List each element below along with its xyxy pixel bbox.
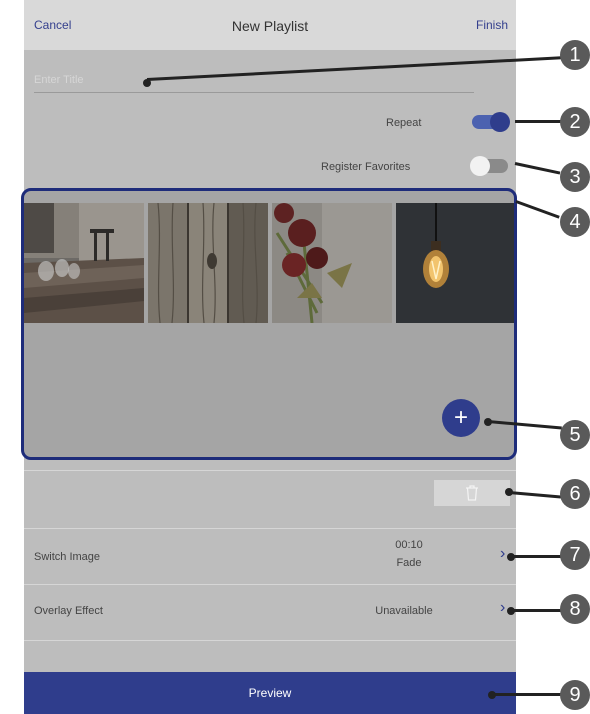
callout-line: [492, 693, 562, 696]
title-input[interactable]: [34, 74, 474, 86]
divider: [24, 470, 516, 471]
finish-button[interactable]: Finish: [476, 18, 508, 32]
switch-image-time: 00:10: [395, 539, 423, 551]
thumbnail-strip: [24, 203, 514, 323]
callout-line: [515, 120, 561, 123]
add-image-button[interactable]: +: [442, 399, 480, 437]
plus-icon: +: [453, 404, 468, 431]
divider: [24, 640, 516, 641]
callout-line: [514, 162, 561, 175]
callout-line: [511, 609, 561, 612]
callout-badge-4: 4: [560, 207, 590, 237]
chevron-right-icon[interactable]: ›: [500, 545, 505, 563]
delete-button[interactable]: [434, 480, 510, 506]
switch-image-effect: Fade: [396, 557, 422, 569]
repeat-toggle[interactable]: [472, 112, 510, 132]
top-bar: Cancel New Playlist Finish: [24, 0, 516, 50]
thumbnail-room-photo[interactable]: [24, 203, 144, 323]
callout-line: [515, 200, 560, 219]
thumbnail-wood-photo[interactable]: [148, 203, 268, 323]
callout-badge-5: 5: [560, 420, 590, 450]
callout-badge-8: 8: [560, 594, 590, 624]
overlay-effect-label: Overlay Effect: [34, 605, 103, 617]
register-favorites-toggle[interactable]: [470, 156, 508, 176]
preview-button[interactable]: Preview: [24, 672, 516, 714]
toggle-knob: [470, 156, 490, 176]
page-title: New Playlist: [231, 18, 309, 34]
callout-line: [508, 491, 561, 499]
thumbnail-lightbulb-photo[interactable]: [396, 203, 514, 323]
callout-badge-7: 7: [560, 540, 590, 570]
overlay-effect-value: Unavailable: [375, 605, 433, 617]
trash-icon: [466, 485, 478, 501]
callout-badge-3: 3: [560, 162, 590, 192]
chevron-right-icon[interactable]: ›: [500, 599, 505, 617]
callout-badge-1: 1: [560, 40, 590, 70]
thumbnail-dried-roses-photo[interactable]: [272, 203, 392, 323]
playlist-images-area: +: [21, 188, 517, 460]
callout-badge-6: 6: [560, 479, 590, 509]
playlist-editor-screen: Cancel New Playlist Finish Repeat Regist…: [21, 0, 517, 714]
register-favorites-label: Register Favorites: [321, 161, 411, 173]
divider: [24, 528, 516, 529]
callout-badge-2: 2: [560, 107, 590, 137]
callout-line: [511, 555, 561, 558]
divider: [24, 584, 516, 585]
toggle-knob: [490, 112, 510, 132]
callout-badge-9: 9: [560, 680, 590, 710]
switch-image-label: Switch Image: [34, 551, 101, 563]
repeat-label: Repeat: [386, 117, 422, 129]
